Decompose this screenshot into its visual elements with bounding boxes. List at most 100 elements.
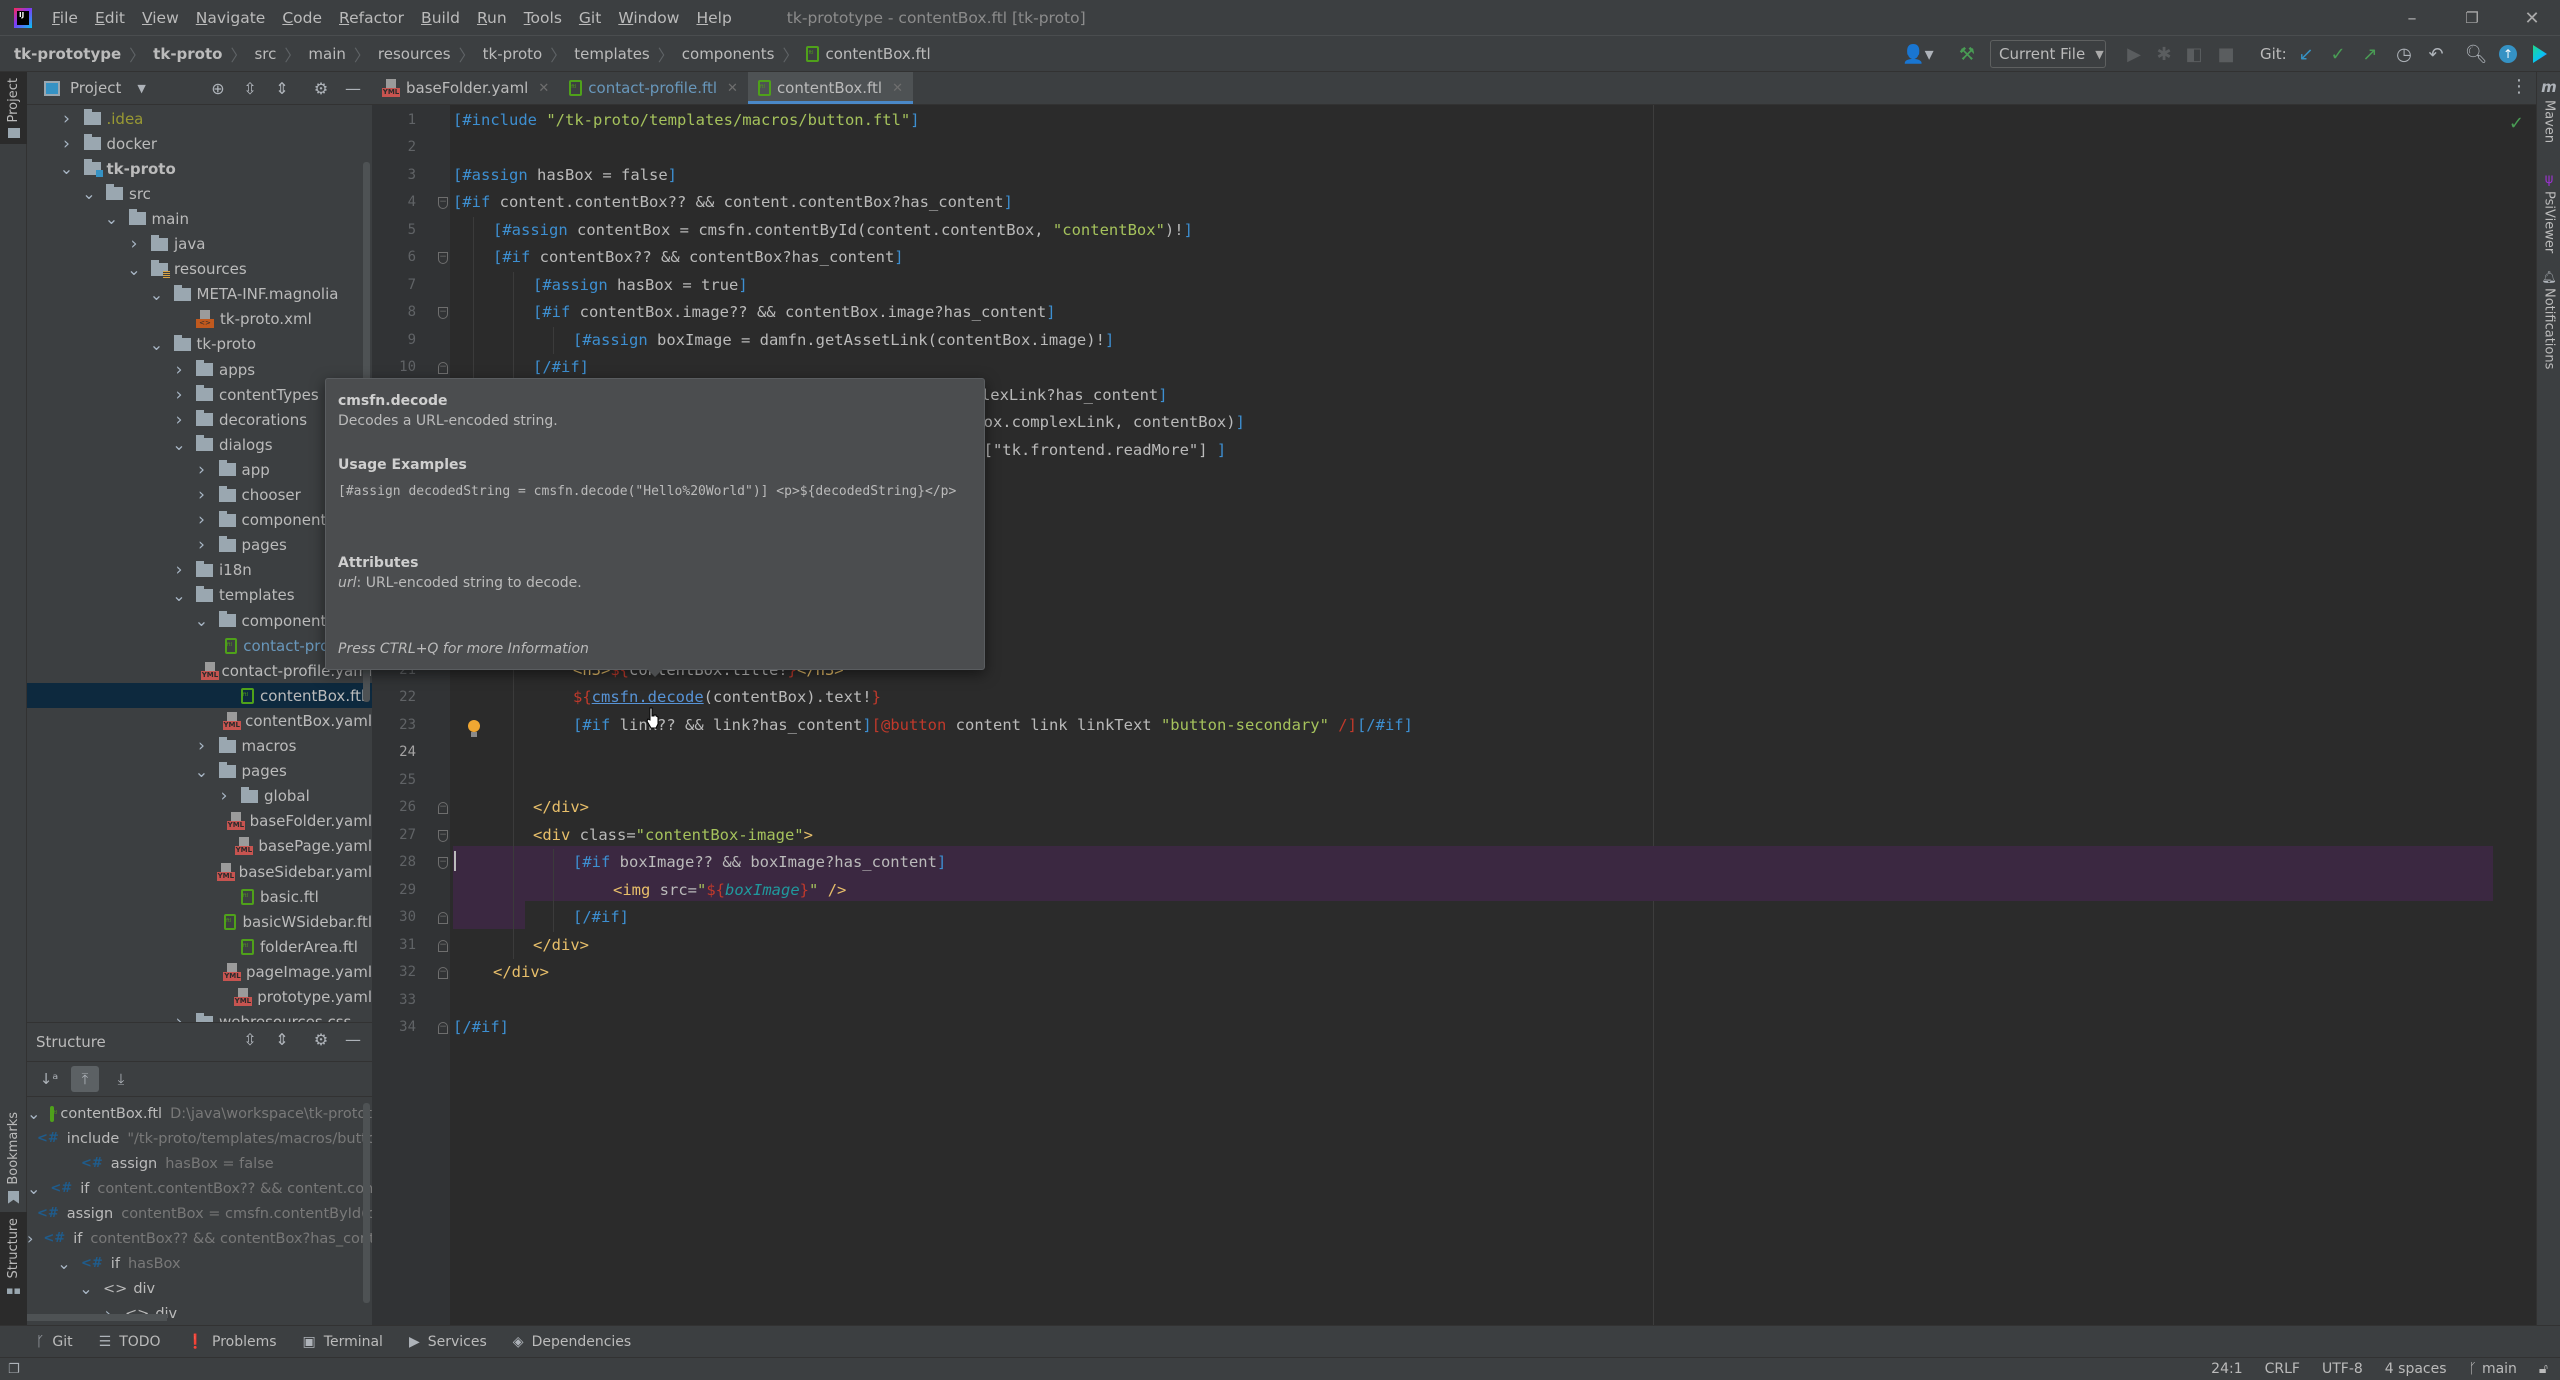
tree-item[interactable]: ⌄ META-INF.magnolia [27, 282, 372, 307]
menu-refactor[interactable]: Refactor [339, 9, 404, 27]
tree-item[interactable]: › decorations [27, 407, 372, 432]
structure-scrollbar[interactable] [363, 1103, 370, 1303]
history-icon[interactable]: ◷ [2390, 36, 2418, 72]
fold-close-icon[interactable]: − [438, 362, 448, 374]
menu-view[interactable]: View [142, 9, 179, 27]
chevron-right-icon[interactable]: › [60, 134, 74, 154]
chevron-right-icon[interactable]: › [172, 410, 186, 430]
tree-item[interactable]: ⌄ templates [27, 583, 372, 608]
menu-edit[interactable]: Edit [95, 9, 125, 27]
chevron-down-icon[interactable]: ⌄ [150, 335, 164, 354]
menu-file[interactable]: File [52, 9, 78, 27]
breadcrumb-item[interactable]: templates [574, 45, 650, 63]
minimize-button[interactable]: – [2384, 0, 2440, 36]
chevron-down-icon[interactable]: ⌄ [150, 285, 164, 304]
fold-open-icon[interactable]: − [438, 252, 448, 264]
search-icon[interactable]: 🔍︎ [2462, 36, 2490, 72]
doc-footer-hint[interactable]: Press CTRL+Q for more Information [338, 641, 589, 657]
close-tab-icon[interactable]: ✕ [892, 81, 903, 96]
structure-item[interactable]: ⌄ <# if content.contentBox?? && content.con… [27, 1176, 372, 1201]
inspection-ok-icon[interactable]: ✓ [2509, 113, 2524, 134]
chevron-down-icon[interactable]: ▼ [137, 82, 145, 95]
sort-alphabetically-icon[interactable]: ↓ᵃ [35, 1066, 63, 1092]
restore-button[interactable]: ❐ [2444, 0, 2500, 36]
code-line[interactable]: [#assign contentBox = cmsfn.contentById(… [493, 217, 1193, 245]
chevron-down-icon[interactable]: ⌄ [79, 1279, 93, 1298]
tree-item[interactable]: ⌄ components [27, 608, 372, 633]
bottom-tab-git[interactable]: ᚴ Git [36, 1334, 73, 1350]
collapse-all-icon[interactable]: ⇕ [269, 72, 295, 105]
chevron-down-icon[interactable]: ⌄ [57, 1254, 71, 1273]
tree-item[interactable]: ⌄ dialogs [27, 432, 372, 457]
structure-item[interactable]: <# assign contentBox = cmsfn.contentById(c… [27, 1201, 372, 1226]
bottom-tab-terminal[interactable]: ▣ Terminal [303, 1334, 383, 1350]
tree-item[interactable]: › components [27, 508, 372, 533]
code-line[interactable]: <div class="contentBox-image"> [533, 822, 813, 850]
code-line[interactable]: [#if link?? && link?has_content][@button… [573, 712, 1413, 740]
tree-item[interactable]: basePage.yaml [27, 834, 372, 859]
code-line[interactable]: [#assign boxImage = damfn.getAssetLink(c… [573, 327, 1114, 355]
tree-item[interactable]: contact-profile.ftl [27, 633, 372, 658]
close-tab-icon[interactable]: ✕ [538, 81, 549, 96]
chevron-down-icon[interactable]: ⌄ [127, 260, 141, 279]
chevron-down-icon[interactable]: ⌄ [172, 586, 186, 605]
tree-item[interactable]: › macros [27, 734, 372, 759]
scroll-from-source-icon[interactable]: ⤒ [71, 1066, 99, 1092]
code-editor[interactable]: 1234567891011121314151617181920212223242… [372, 105, 2536, 1325]
build-hammer-icon[interactable]: ⚒ [1952, 36, 1982, 72]
intention-bulb-icon[interactable] [468, 720, 480, 738]
debug-icon[interactable]: ✱ [2150, 36, 2178, 72]
fold-close-icon[interactable]: − [438, 967, 448, 979]
run-configuration-select[interactable]: Current File ▼ [1990, 40, 2106, 68]
chevron-right-icon[interactable]: › [172, 560, 186, 580]
tool-tab-notifications[interactable]: 🔔︎ Notifications [2537, 270, 2560, 369]
breadcrumb-item[interactable]: tk-proto [153, 45, 222, 63]
read-only-lock-icon[interactable]: 🔓︎ [2539, 1361, 2548, 1377]
coverage-icon[interactable]: ◧ [2180, 36, 2208, 72]
tree-item[interactable]: › i18n [27, 558, 372, 583]
menu-code[interactable]: Code [282, 9, 322, 27]
hide-panel-icon[interactable]: — [340, 72, 366, 105]
breadcrumb-item[interactable]: resources [378, 45, 451, 63]
code-line[interactable]: [#if boxImage?? && boxImage?has_content] [573, 849, 946, 877]
chevron-right-icon[interactable]: › [195, 485, 209, 505]
bottom-tab-services[interactable]: ▶ Services [409, 1334, 487, 1350]
chevron-down-icon[interactable]: ⌄ [60, 159, 74, 178]
code-line[interactable]: ${cmsfn.decode(contentBox).text!} [573, 684, 881, 712]
tree-item[interactable]: baseFolder.yaml [27, 809, 372, 834]
tree-item[interactable]: ⌄ tk-proto [27, 156, 372, 181]
close-window-button[interactable]: ✕ [2504, 0, 2560, 36]
gear-icon[interactable]: ⚙ [308, 1023, 334, 1056]
run-icon[interactable]: ▶ [2120, 36, 2148, 72]
fold-open-icon[interactable]: − [438, 307, 448, 319]
chevron-down-icon[interactable]: ⌄ [195, 762, 209, 781]
tree-item[interactable]: baseSidebar.yaml [27, 859, 372, 884]
tree-item[interactable]: ⌄ src [27, 181, 372, 206]
chevron-right-icon[interactable]: › [172, 360, 186, 380]
tree-item[interactable]: ⌄ tk-proto [27, 332, 372, 357]
tree-item[interactable]: pageImage.yaml [27, 959, 372, 984]
tool-tab-maven[interactable]: m Maven [2537, 78, 2560, 143]
code-line[interactable]: [/#if] [453, 1014, 509, 1042]
tree-item[interactable]: › webresources.css [27, 1010, 372, 1022]
git-branch[interactable]: ᚴ main [2469, 1361, 2517, 1377]
tree-item[interactable]: › chooser [27, 483, 372, 508]
code-line[interactable]: </div> [533, 794, 589, 822]
breadcrumb-item[interactable]: tk-prototype [14, 45, 121, 63]
hide-panel-icon[interactable]: — [340, 1023, 366, 1056]
menu-help[interactable]: Help [696, 9, 731, 27]
line-separator[interactable]: CRLF [2265, 1361, 2300, 1377]
git-push-icon[interactable]: ↗ [2356, 36, 2384, 72]
git-update-icon[interactable]: ↙ [2292, 36, 2320, 72]
chevron-right-icon[interactable]: › [60, 109, 74, 129]
update-ide-icon[interactable]: ↑ [2494, 36, 2522, 72]
user-icon[interactable]: 👤▾ [1900, 36, 1936, 72]
rollback-icon[interactable]: ↶ [2422, 36, 2450, 72]
code-line[interactable]: <img src="${boxImage}" /> [613, 877, 846, 905]
fold-open-icon[interactable]: − [438, 857, 448, 869]
tool-tab-psiviewer[interactable]: ψ PsiViewer [2537, 172, 2560, 253]
code-line[interactable]: [#include "/tk-proto/templates/macros/bu… [453, 107, 920, 135]
tree-item[interactable]: contentBox.yaml [27, 708, 372, 733]
fold-open-icon[interactable]: − [438, 829, 448, 842]
toggle-tool-windows-icon[interactable]: ❐ [8, 1362, 20, 1377]
